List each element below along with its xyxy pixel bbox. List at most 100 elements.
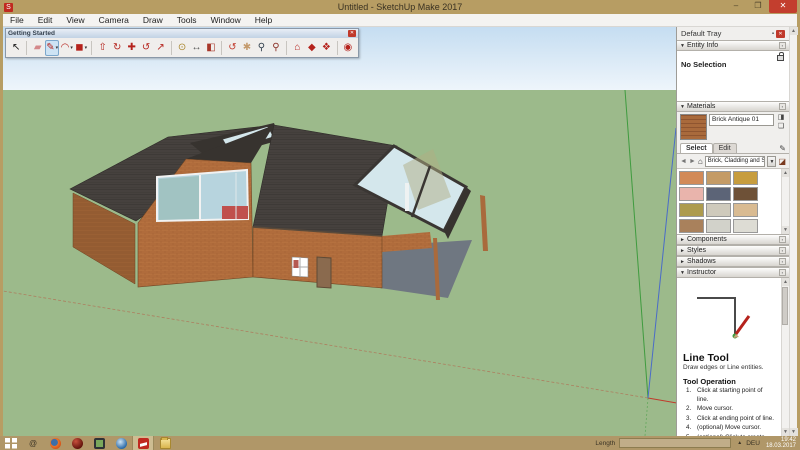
- collection-dropdown[interactable]: Brick, Cladding and Siding: [705, 156, 766, 167]
- create-material-icon[interactable]: ◨: [778, 114, 785, 122]
- zoom-tool[interactable]: ⚲: [254, 40, 268, 56]
- pushpull-tool[interactable]: ⇧: [95, 40, 109, 56]
- model-canvas[interactable]: Getting Started ✕ ↖▰✎▾◠▾◼▾⇧↻✚↺↗⊙↔◧↺✱⚲⚲⌂◆…: [3, 27, 676, 436]
- scroll-down-icon[interactable]: ▼: [782, 428, 790, 436]
- maximize-button[interactable]: ❐: [747, 0, 769, 13]
- share-model-tool[interactable]: ◆: [305, 40, 319, 56]
- pan-tool[interactable]: ✱: [240, 40, 254, 56]
- tray-expand-icon[interactable]: ▲: [737, 440, 742, 446]
- move-tool[interactable]: ✚: [124, 40, 138, 56]
- text-tool[interactable]: ↔: [189, 40, 203, 56]
- material-name-field[interactable]: Brick Antique 01: [709, 114, 774, 126]
- menu-item[interactable]: Draw: [136, 14, 170, 27]
- panel-options-icon[interactable]: ▪: [779, 42, 786, 49]
- collapse-arrow-icon: ▼: [680, 43, 687, 49]
- components-header[interactable]: ► Components ▪: [677, 234, 789, 245]
- dropdown-arrow-icon[interactable]: ▾: [70, 45, 73, 51]
- tray-scrollbar[interactable]: ▲ ▼: [789, 27, 797, 436]
- lock-icon[interactable]: [777, 55, 784, 61]
- menu-item[interactable]: Tools: [170, 14, 204, 27]
- tape-measure-tool[interactable]: ⊙: [175, 40, 189, 56]
- menu-item[interactable]: Help: [248, 14, 279, 27]
- line-tool[interactable]: ✎▾: [45, 40, 60, 56]
- thunderbird-icon[interactable]: [110, 436, 132, 450]
- material-swatch[interactable]: [706, 203, 731, 217]
- toolbar-close-icon[interactable]: ✕: [348, 30, 356, 37]
- instructor-scrollbar[interactable]: ▲ ▼: [781, 278, 789, 436]
- select-tool[interactable]: ↖: [9, 40, 23, 56]
- material-swatch[interactable]: [679, 219, 704, 233]
- material-swatch[interactable]: [706, 219, 731, 233]
- gpu-z-icon[interactable]: [88, 436, 110, 450]
- scale-tool[interactable]: ↗: [153, 40, 167, 56]
- material-swatch[interactable]: [706, 171, 731, 185]
- material-swatch[interactable]: [733, 187, 758, 201]
- home-icon[interactable]: ⌂: [698, 157, 703, 166]
- paint-bucket-tool[interactable]: ◧: [204, 40, 218, 56]
- sample-paint-icon[interactable]: ◪: [778, 157, 786, 166]
- dropdown-arrow-icon[interactable]: ▼: [767, 156, 776, 167]
- eraser-tool[interactable]: ▰: [30, 40, 44, 56]
- explorer-icon[interactable]: [154, 436, 176, 450]
- tray-search-icon[interactable]: @: [22, 436, 44, 450]
- instructor-section-title: Tool Operation: [683, 377, 789, 386]
- material-swatch[interactable]: [733, 219, 758, 233]
- material-swatch[interactable]: [706, 187, 731, 201]
- close-button[interactable]: ✕: [769, 0, 797, 13]
- scroll-down-icon[interactable]: ▼: [790, 428, 798, 436]
- pin-icon[interactable]: ▪: [772, 31, 774, 37]
- tab-edit[interactable]: Edit: [713, 143, 737, 153]
- app-red-orb-icon[interactable]: [66, 436, 88, 450]
- secondary-pane-icon[interactable]: ❏: [778, 123, 784, 131]
- scroll-up-icon[interactable]: ▲: [790, 27, 798, 35]
- measurements-input[interactable]: [619, 438, 731, 448]
- material-swatch[interactable]: [733, 171, 758, 185]
- panel-options-icon[interactable]: ▪: [779, 236, 786, 243]
- followme-tool[interactable]: ↻: [110, 40, 124, 56]
- material-swatch[interactable]: [679, 171, 704, 185]
- back-arrow-icon[interactable]: ◄: [680, 158, 687, 165]
- panel-options-icon[interactable]: ▪: [779, 247, 786, 254]
- entity-info-header[interactable]: ▼ Entity Info ▪: [677, 40, 789, 51]
- material-swatch[interactable]: [679, 187, 704, 201]
- menu-item[interactable]: Window: [204, 14, 248, 27]
- dropdown-arrow-icon[interactable]: ▾: [56, 45, 59, 51]
- menu-item[interactable]: Edit: [31, 14, 60, 27]
- tray-close-icon[interactable]: ✕: [776, 30, 785, 38]
- scroll-up-icon[interactable]: ▲: [782, 169, 790, 177]
- start-button[interactable]: [0, 436, 22, 450]
- menu-item[interactable]: File: [3, 14, 31, 27]
- firefox-icon[interactable]: [44, 436, 66, 450]
- forward-arrow-icon[interactable]: ►: [689, 158, 696, 165]
- tab-select[interactable]: Select: [680, 143, 713, 153]
- rotate-tool[interactable]: ↺: [139, 40, 153, 56]
- arc-tool[interactable]: ◠▾: [59, 40, 73, 56]
- material-swatch[interactable]: [679, 203, 704, 217]
- eyedropper-icon[interactable]: ✎: [779, 144, 786, 153]
- scroll-up-icon[interactable]: ▲: [782, 278, 790, 286]
- panel-options-icon[interactable]: ▪: [779, 103, 786, 110]
- menu-item[interactable]: Camera: [92, 14, 136, 27]
- dropdown-arrow-icon[interactable]: ▾: [85, 45, 88, 51]
- panel-options-icon[interactable]: ▪: [779, 258, 786, 265]
- shapes-tool[interactable]: ◼▾: [74, 40, 88, 56]
- minimize-button[interactable]: –: [725, 0, 747, 13]
- sketchup-icon[interactable]: [132, 436, 154, 450]
- shadows-header[interactable]: ► Shadows ▪: [677, 256, 789, 267]
- keyboard-language[interactable]: DEU: [746, 440, 760, 447]
- orbit-tool[interactable]: ↺: [225, 40, 239, 56]
- warehouse-tool[interactable]: ⌂: [290, 40, 304, 56]
- panel-options-icon[interactable]: ▪: [779, 269, 786, 276]
- scroll-thumb[interactable]: [782, 287, 788, 325]
- material-swatch[interactable]: [733, 203, 758, 217]
- extension-warehouse-tool[interactable]: ❖: [319, 40, 333, 56]
- zoom-extents-tool[interactable]: ⚲: [269, 40, 283, 56]
- layout-tool[interactable]: ◉: [341, 40, 355, 56]
- instructor-header[interactable]: ▼ Instructor ▪: [677, 267, 789, 278]
- materials-header[interactable]: ▼ Materials ▪: [677, 101, 789, 112]
- menu-item[interactable]: View: [59, 14, 91, 27]
- scroll-down-icon[interactable]: ▼: [782, 226, 790, 234]
- materials-scrollbar[interactable]: ▲ ▼: [781, 169, 789, 234]
- clock[interactable]: 19:42 18.03.2017: [766, 437, 796, 450]
- styles-header[interactable]: ► Styles ▪: [677, 245, 789, 256]
